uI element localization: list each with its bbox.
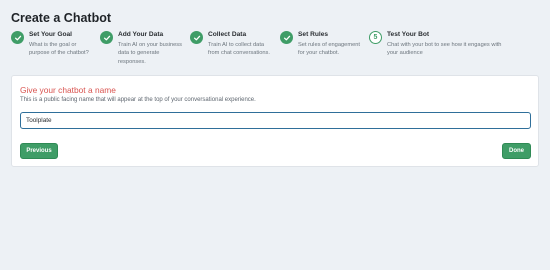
step-description: Set rules of engagement for your chatbot… <box>298 42 360 57</box>
step-description: What is the goal or purpose of the chatb… <box>29 42 89 57</box>
chatbot-name-input[interactable] <box>20 112 531 129</box>
stepper: Set Your Goal What is the goal or purpos… <box>0 30 550 68</box>
step-number-badge: 5 <box>369 31 382 44</box>
step-description: Train AI on your business data to genera… <box>118 42 182 65</box>
done-button[interactable]: Done <box>502 143 531 159</box>
chatbot-name-card: Give your chatbot a name This is a publi… <box>11 75 539 167</box>
create-chatbot-page: Create a Chatbot Set Your Goal What is t… <box>0 0 550 270</box>
step-title: Collect Data <box>208 31 247 38</box>
step-title: Set Your Goal <box>29 31 72 38</box>
form-heading: Give your chatbot a name <box>20 85 116 95</box>
previous-button[interactable]: Previous <box>20 143 58 159</box>
page-title: Create a Chatbot <box>11 11 112 25</box>
check-icon <box>190 31 203 44</box>
form-subtext: This is a public facing name that will a… <box>20 97 256 103</box>
check-icon <box>280 31 293 44</box>
step-description: Chat with your bot to see how it engages… <box>387 42 502 57</box>
check-icon <box>11 31 24 44</box>
step-description: Train AI to collect data from chat conve… <box>208 42 270 57</box>
check-icon <box>100 31 113 44</box>
step-title: Set Rules <box>298 31 329 38</box>
step-title: Add Your Data <box>118 31 164 38</box>
step-title: Test Your Bot <box>387 31 430 38</box>
